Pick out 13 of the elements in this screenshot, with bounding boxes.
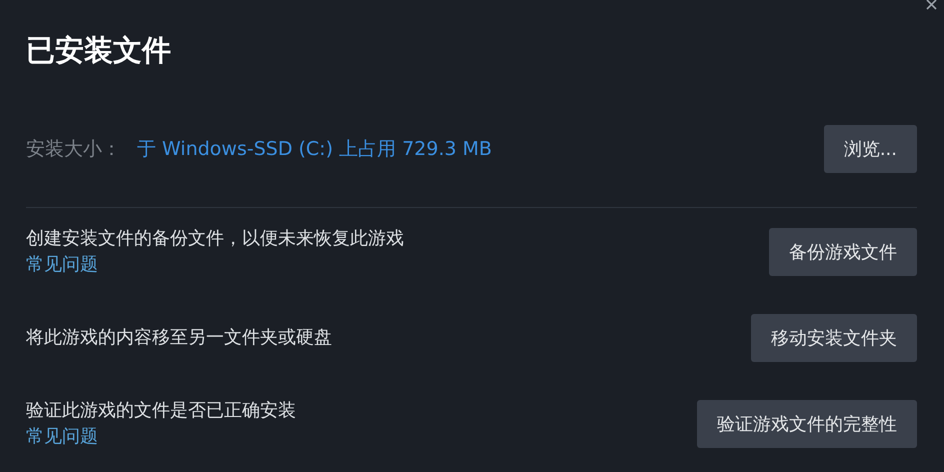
action-button[interactable]: 验证游戏文件的完整性 [697,400,917,448]
action-button[interactable]: 备份游戏文件 [769,228,917,276]
browse-button[interactable]: 浏览... [824,125,917,173]
description-text: 将此游戏的内容移至另一文件夹或硬盘 [26,326,332,350]
faq-link[interactable]: 常见问题 [26,252,404,278]
dialog-title: 已安装文件 [26,32,172,69]
action-button[interactable]: 移动安装文件夹 [751,314,917,362]
install-size-label: 安装大小： [26,136,121,162]
close-icon[interactable] [926,0,938,10]
description-text: 验证此游戏的文件是否已正确安装 [26,399,296,423]
install-size-value[interactable]: 于 Windows-SSD (C:) 上占用 729.3 MB [137,134,492,164]
faq-link[interactable]: 常见问题 [26,424,296,450]
description-text: 创建安装文件的备份文件，以便未来恢复此游戏 [26,227,404,251]
